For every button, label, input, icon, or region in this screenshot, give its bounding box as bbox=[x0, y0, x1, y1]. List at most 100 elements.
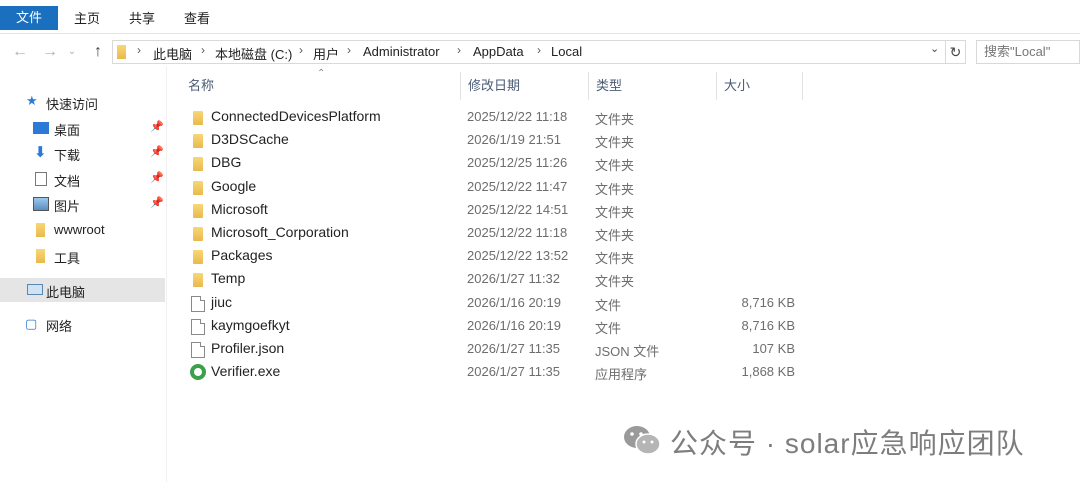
file-row[interactable]: Verifier.exe 2026/1/27 11:35 应用程序 1,868 KB bbox=[180, 361, 1080, 384]
file-row[interactable]: D3DSCache 2026/1/19 21:51 文件夹 bbox=[180, 129, 1080, 152]
chevron-right-icon: › bbox=[299, 43, 303, 57]
forward-button[interactable]: → bbox=[40, 42, 60, 62]
file-name: ConnectedDevicesPlatform bbox=[211, 108, 381, 124]
file-name: Packages bbox=[211, 247, 273, 264]
chevron-right-icon: › bbox=[201, 43, 205, 57]
file-type: 文件夹 bbox=[595, 274, 635, 290]
nav-label: 文档 bbox=[54, 174, 81, 189]
file-name: Microsoft_Corporation bbox=[211, 223, 349, 240]
recent-locations-button[interactable]: ⌄ bbox=[62, 42, 82, 62]
file-row[interactable]: ConnectedDevicesPlatform 2025/12/22 11:18… bbox=[180, 106, 1080, 129]
column-header-type[interactable]: 类型 bbox=[588, 72, 716, 100]
nav-label: wwwroot bbox=[54, 222, 105, 237]
file-date: 2025/12/25 11:26 bbox=[467, 155, 568, 171]
column-header-name[interactable]: 名称 bbox=[180, 72, 460, 100]
nav-label: 此电脑 bbox=[46, 285, 86, 300]
file-type: 文件夹 bbox=[595, 158, 635, 174]
nav-label: 下载 bbox=[54, 148, 81, 163]
file-size: 8,716 KB bbox=[741, 294, 796, 310]
address-bar[interactable]: › 此电脑 › 本地磁盘 (C:) › 用户 › Administrator ›… bbox=[112, 40, 946, 64]
nav-label: 快速访问 bbox=[46, 97, 99, 112]
file-type: 文件夹 bbox=[595, 181, 635, 197]
breadcrumb-users[interactable]: 用户 bbox=[313, 44, 339, 63]
nav-item-downloads[interactable]: ⬇ 下载 📌 bbox=[0, 141, 165, 165]
tab-file[interactable]: 文件 bbox=[0, 6, 58, 30]
file-name: D3DSCache bbox=[211, 131, 289, 148]
nav-label: 桌面 bbox=[54, 123, 81, 138]
file-row[interactable]: DBG 2025/12/25 11:26 文件夹 bbox=[180, 152, 1080, 175]
file-row[interactable]: Google 2025/12/22 11:47 文件夹 bbox=[180, 176, 1080, 199]
breadcrumb-administrator[interactable]: Administrator bbox=[363, 44, 440, 59]
folder-icon bbox=[193, 157, 203, 172]
file-row[interactable]: Packages 2025/12/22 13:52 文件夹 bbox=[180, 245, 1080, 268]
up-button[interactable]: ↑ bbox=[88, 42, 108, 62]
file-type: 文件夹 bbox=[595, 204, 635, 220]
folder-icon bbox=[36, 249, 45, 263]
file-icon bbox=[191, 341, 205, 358]
breadcrumb-this-pc[interactable]: 此电脑 bbox=[153, 44, 192, 63]
nav-item-pictures[interactable]: 图片 📌 bbox=[0, 192, 165, 216]
file-icon bbox=[191, 295, 205, 312]
file-name: Google bbox=[211, 177, 257, 194]
file-size: 107 KB bbox=[752, 340, 795, 356]
document-icon bbox=[35, 172, 47, 186]
nav-quick-access[interactable]: ★ 快速访问 bbox=[0, 90, 165, 114]
file-type: 文件夹 bbox=[595, 112, 635, 127]
nav-label: 工具 bbox=[54, 251, 81, 266]
exe-icon bbox=[190, 364, 206, 381]
nav-this-pc[interactable]: 此电脑 bbox=[0, 278, 165, 302]
nav-item-tools[interactable]: 工具 bbox=[0, 244, 165, 268]
nav-label: 网络 bbox=[46, 319, 73, 334]
tab-home[interactable]: 主页 bbox=[72, 7, 102, 31]
file-row[interactable]: Microsoft 2025/12/22 14:51 文件夹 bbox=[180, 199, 1080, 222]
folder-icon bbox=[36, 223, 45, 237]
download-icon: ⬇ bbox=[34, 144, 47, 161]
file-type: JSON 文件 bbox=[595, 343, 660, 359]
file-name: Verifier.exe bbox=[211, 363, 281, 380]
tab-share[interactable]: 共享 bbox=[127, 7, 157, 31]
nav-item-documents[interactable]: 文档 📌 bbox=[0, 167, 165, 191]
file-row[interactable]: jiuc 2026/1/16 20:19 文件 8,716 KB bbox=[180, 292, 1080, 315]
tab-view[interactable]: 查看 bbox=[182, 7, 212, 31]
chevron-right-icon: › bbox=[537, 43, 541, 57]
file-date: 2026/1/16 20:19 bbox=[467, 294, 561, 310]
nav-item-desktop[interactable]: 桌面 📌 bbox=[0, 116, 165, 140]
file-date: 2025/12/22 11:18 bbox=[467, 224, 568, 240]
chevron-down-icon[interactable]: ⌄ bbox=[930, 42, 939, 55]
folder-icon bbox=[193, 203, 203, 218]
refresh-button[interactable]: ↻ bbox=[946, 40, 966, 64]
file-date: 2025/12/22 14:51 bbox=[467, 201, 569, 217]
address-row: ← → ⌄ ↑ › 此电脑 › 本地磁盘 (C:) › 用户 › Adminis… bbox=[0, 38, 1080, 66]
file-row[interactable]: Temp 2026/1/27 11:32 文件夹 bbox=[180, 268, 1080, 291]
file-type: 应用程序 bbox=[595, 367, 648, 383]
column-divider[interactable] bbox=[802, 72, 803, 100]
file-type: 文件夹 bbox=[595, 227, 635, 243]
breadcrumb-local-disk[interactable]: 本地磁盘 (C:) bbox=[215, 44, 292, 63]
back-button[interactable]: ← bbox=[10, 42, 30, 62]
breadcrumb-local[interactable]: Local bbox=[551, 44, 582, 59]
column-header-row: ⌃ 名称 修改日期 类型 大小 bbox=[180, 68, 1080, 100]
folder-icon bbox=[193, 273, 203, 288]
pin-icon: 📌 bbox=[150, 197, 164, 209]
column-header-size[interactable]: 大小 bbox=[716, 72, 802, 100]
file-type: 文件 bbox=[595, 320, 622, 336]
file-type: 文件夹 bbox=[595, 135, 635, 151]
file-row[interactable]: kaymgoefkyt 2026/1/16 20:19 文件 8,716 KB bbox=[180, 315, 1080, 338]
network-icon: ▢ bbox=[25, 316, 38, 331]
breadcrumb-appdata[interactable]: AppData bbox=[473, 44, 524, 59]
folder-icon bbox=[193, 134, 203, 149]
folder-icon bbox=[193, 250, 203, 265]
file-row[interactable]: Microsoft_Corporation 2025/12/22 11:18 文件夹 bbox=[180, 222, 1080, 245]
chevron-right-icon: › bbox=[457, 43, 461, 57]
nav-item-wwwroot[interactable]: wwwroot bbox=[0, 218, 165, 242]
star-icon: ★ bbox=[26, 93, 38, 108]
file-date: 2025/12/22 13:52 bbox=[467, 248, 569, 264]
file-row[interactable]: Profiler.json 2026/1/27 11:35 JSON 文件 107 K… bbox=[180, 338, 1080, 361]
wechat-icon bbox=[624, 426, 661, 455]
file-date: 2025/12/22 11:18 bbox=[467, 109, 568, 124]
file-name: jiuc bbox=[211, 293, 233, 310]
search-input[interactable]: 搜索"Local" bbox=[976, 40, 1080, 64]
desktop-icon bbox=[33, 122, 49, 134]
nav-network[interactable]: ▢ 网络 bbox=[0, 312, 165, 336]
column-header-date[interactable]: 修改日期 bbox=[460, 72, 588, 100]
